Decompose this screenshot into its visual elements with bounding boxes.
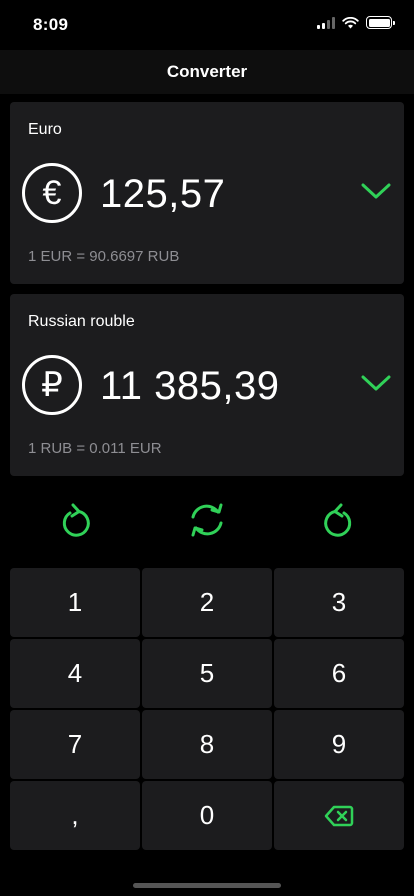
key-backspace[interactable]: [274, 781, 404, 850]
undo-button[interactable]: [53, 498, 97, 542]
key-8[interactable]: 8: [142, 710, 272, 779]
key-6[interactable]: 6: [274, 639, 404, 708]
cellular-signal-icon: [317, 16, 335, 29]
status-bar: 8:09: [0, 0, 414, 50]
key-label: ,: [71, 800, 79, 830]
currency-amount: 11 385,39: [100, 364, 280, 408]
home-indicator: [133, 883, 281, 888]
key-9[interactable]: 9: [274, 710, 404, 779]
key-2[interactable]: 2: [142, 568, 272, 637]
redo-icon: [324, 503, 352, 537]
redo-button[interactable]: [317, 498, 361, 542]
key-label: 0: [199, 800, 215, 830]
key-label: 6: [331, 658, 347, 688]
status-icons: [317, 16, 395, 29]
chevron-down-icon[interactable]: [360, 180, 392, 202]
nav-bar: Converter: [0, 50, 414, 94]
chevron-down-icon[interactable]: [360, 372, 392, 394]
action-bar: [0, 498, 414, 548]
key-label: 1: [67, 587, 83, 617]
key-label: 7: [67, 729, 83, 759]
key-label: 9: [331, 729, 347, 759]
currency-amount: 125,57: [100, 172, 226, 216]
key-1[interactable]: 1: [10, 568, 140, 637]
rouble-icon: ₽: [22, 355, 82, 415]
key-3[interactable]: 3: [274, 568, 404, 637]
battery-icon: [366, 16, 395, 29]
currency-card-rouble[interactable]: Russian rouble ₽ 11 385,39 1 RUB = 0.011…: [10, 294, 404, 476]
exchange-rate: 1 RUB = 0.011 EUR: [28, 440, 162, 457]
key-5[interactable]: 5: [142, 639, 272, 708]
key-7[interactable]: 7: [10, 710, 140, 779]
exchange-rate: 1 EUR = 90.6697 RUB: [28, 248, 180, 265]
currency-name: Euro: [28, 121, 62, 138]
key-decimal-comma[interactable]: ,: [10, 781, 140, 850]
numeric-keypad: 1 2 3 4 5 6 7 8 9 , 0: [10, 568, 404, 850]
key-label: 8: [199, 729, 215, 759]
status-time: 8:09: [33, 15, 69, 34]
key-label: 2: [199, 587, 215, 617]
currency-card-euro[interactable]: Euro € 125,57 1 EUR = 90.6697 RUB: [10, 102, 404, 284]
key-4[interactable]: 4: [10, 639, 140, 708]
wifi-icon: [342, 16, 359, 28]
key-0[interactable]: 0: [142, 781, 272, 850]
swap-icon: [191, 503, 223, 537]
euro-icon: €: [22, 163, 82, 223]
currency-name: Russian rouble: [28, 313, 135, 330]
undo-icon: [62, 503, 90, 537]
page-title: Converter: [166, 62, 248, 81]
key-label: 4: [67, 658, 83, 688]
swap-currencies-button[interactable]: [185, 498, 229, 542]
key-label: 5: [199, 658, 215, 688]
key-label: 3: [331, 587, 347, 617]
backspace-icon: [324, 805, 354, 826]
